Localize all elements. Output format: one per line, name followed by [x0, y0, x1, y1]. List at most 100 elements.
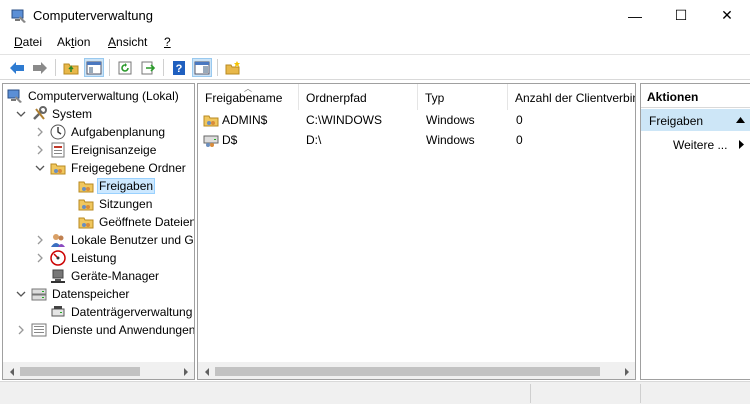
refresh-button[interactable]	[115, 58, 135, 77]
cell-type: Windows	[426, 113, 475, 127]
shares-list: ︿ Freigabename Ordnerpfad Typ Anzahl der…	[197, 83, 636, 380]
tree-item-datenspeicher[interactable]: Datenspeicher	[15, 285, 194, 303]
share-icon	[203, 112, 219, 128]
column-header-folder-path[interactable]: Ordnerpfad	[299, 84, 418, 110]
scrollbar-thumb[interactable]	[215, 367, 600, 376]
cell-share-name: ADMIN$	[203, 112, 267, 128]
menu-ansicht[interactable]: Ansicht	[108, 35, 147, 49]
tree-item-leistung[interactable]: Leistung	[34, 249, 194, 267]
actions-header: Aktionen	[641, 84, 750, 108]
show-hide-tree-button[interactable]	[84, 58, 104, 77]
drive-share-icon	[203, 132, 219, 148]
tree-item-aufgabenplanung[interactable]: Aufgabenplanung	[34, 123, 194, 141]
expand-closed-icon[interactable]	[34, 144, 46, 156]
export-icon	[141, 61, 156, 74]
up-folder-button[interactable]	[61, 58, 81, 77]
list-header: ︿ Freigabename Ordnerpfad Typ Anzahl der…	[198, 84, 635, 110]
minimize-button[interactable]: —	[612, 0, 658, 31]
scroll-left-icon[interactable]	[198, 363, 215, 379]
tree-item-label: Dienste und Anwendungen	[52, 323, 195, 337]
tree-item-freigaben[interactable]: Freigaben	[62, 177, 194, 195]
help-icon: ?	[173, 60, 185, 75]
disk-management-icon	[50, 304, 66, 320]
back-button[interactable]	[7, 58, 27, 77]
close-button[interactable]: ✕	[704, 0, 750, 31]
tree-item-ereignisanzeige[interactable]: Ereignisanzeige	[34, 141, 194, 159]
tree-item-sitzungen[interactable]: Sitzungen	[62, 195, 194, 213]
cell-client-connections: 0	[516, 113, 523, 127]
event-viewer-icon	[50, 142, 66, 158]
column-header-client-connections[interactable]: Anzahl der Clientverbindungen	[508, 84, 635, 110]
actions-section-freigaben[interactable]: Freigaben	[641, 109, 750, 131]
column-header-type[interactable]: Typ	[418, 84, 508, 110]
tree-item-geöffnete-dateien[interactable]: Geöffnete Dateien	[62, 213, 195, 231]
cell-client-connections: 0	[516, 133, 523, 147]
cell-share-name: D$	[203, 132, 237, 148]
forward-arrow-icon	[33, 61, 47, 74]
help-button[interactable]: ?	[169, 58, 189, 77]
scroll-left-icon[interactable]	[3, 363, 20, 379]
services-icon	[31, 322, 47, 338]
expand-open-icon[interactable]	[15, 288, 27, 300]
tree-item-label: Geöffnete Dateien	[99, 215, 195, 229]
action-pane-icon	[194, 61, 210, 74]
computer-management-icon	[11, 8, 27, 24]
menu-datei[interactable]: Datei	[14, 35, 42, 49]
actions-more-item[interactable]: Weitere ...	[641, 134, 750, 154]
menu-help[interactable]: ?	[164, 35, 171, 49]
expand-closed-icon[interactable]	[34, 234, 46, 246]
console-tree: Computerverwaltung (Lokal) System Aufgaben…	[2, 83, 195, 380]
forward-button[interactable]	[30, 58, 50, 77]
column-header-share-name[interactable]: ︿ Freigabename	[198, 84, 299, 110]
expand-closed-icon[interactable]	[15, 324, 27, 336]
export-list-button[interactable]	[138, 58, 158, 77]
folder-up-icon	[63, 63, 79, 74]
menu-aktion[interactable]: Aktion	[57, 35, 90, 49]
list-horizontal-scrollbar[interactable]	[198, 362, 635, 379]
device-manager-icon	[50, 268, 66, 284]
scrollbar-thumb[interactable]	[20, 367, 140, 376]
tree-item-label: Freigaben	[97, 178, 156, 194]
tree-item-lokale-benutzer-und-gruppen[interactable]: Lokale Benutzer und Gruppen	[34, 231, 194, 249]
tree-item-geräte-manager[interactable]: Geräte-Manager	[34, 267, 194, 285]
tree-item-dienste-und-anwendungen[interactable]: Dienste und Anwendungen	[15, 321, 195, 339]
shared-folder-icon	[50, 160, 66, 176]
minimize-icon: —	[628, 7, 642, 24]
tree-item-label: Datenspeicher	[52, 287, 130, 301]
close-icon: ✕	[721, 7, 733, 23]
tree-item-datenträgerverwaltung[interactable]: Datenträgerverwaltung	[34, 303, 194, 321]
shared-folder-icon	[78, 178, 94, 194]
show-hide-action-pane-button[interactable]	[192, 58, 212, 77]
table-row[interactable]: D$ D:\ Windows 0	[198, 130, 635, 149]
maximize-button[interactable]: ☐	[658, 0, 704, 31]
new-share-icon	[225, 60, 240, 74]
expand-closed-icon[interactable]	[34, 126, 46, 138]
tree-item-freigegebene-ordner[interactable]: Freigegebene Ordner	[34, 159, 194, 177]
tools-icon	[31, 106, 47, 122]
scroll-right-icon[interactable]	[618, 363, 635, 379]
expand-open-icon[interactable]	[34, 162, 46, 174]
new-share-button[interactable]	[223, 58, 243, 77]
expand-closed-icon[interactable]	[34, 252, 46, 264]
tree-item-label: Aufgabenplanung	[71, 125, 166, 139]
tree-horizontal-scrollbar[interactable]	[3, 362, 194, 379]
svg-text:?: ?	[176, 63, 183, 75]
menu-bar: Datei Aktion Ansicht ?	[0, 31, 750, 53]
tree-item-system[interactable]: System	[15, 105, 194, 123]
tree-item-label: Datenträgerverwaltung	[71, 305, 193, 319]
scroll-right-icon[interactable]	[177, 363, 194, 379]
submenu-arrow-icon	[739, 140, 744, 149]
window-title: Computerverwaltung	[33, 8, 153, 23]
refresh-icon	[118, 61, 132, 74]
toolbar: ?	[0, 54, 750, 80]
tree-item-computerverwaltung-lokal[interactable]: Computerverwaltung (Lokal)	[7, 87, 194, 105]
table-row[interactable]: ADMIN$ C:\WINDOWS Windows 0	[198, 110, 635, 129]
back-arrow-icon	[10, 61, 24, 74]
expand-open-icon[interactable]	[15, 108, 27, 120]
storage-icon	[31, 286, 47, 302]
